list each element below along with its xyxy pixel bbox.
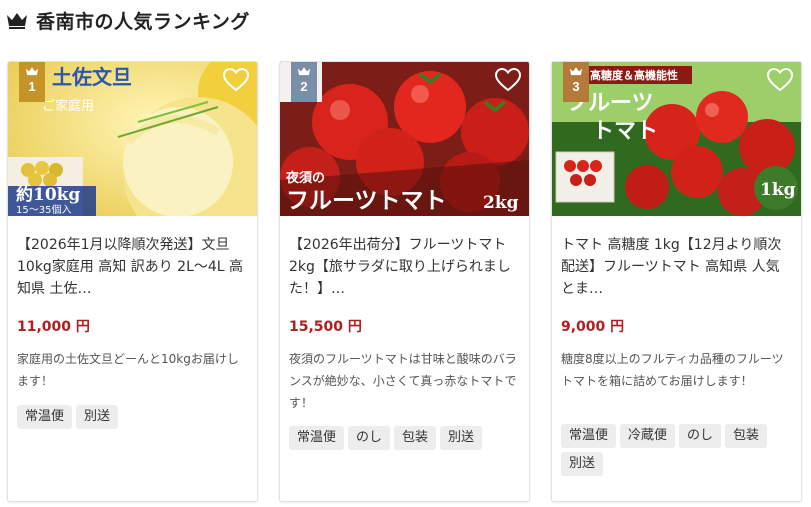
image-label-2: ご家庭用 [42,98,94,114]
image-label-1: 土佐文旦 [52,65,132,89]
product-price: 15,500 円 [289,319,362,335]
tag: 別送 [76,405,119,429]
rank-number: 2 [300,79,308,94]
image-label-3: トマト [592,118,658,144]
image-label-2: フルーツトマト [286,187,447,214]
product-description: 夜須のフルーツトマトは甘味と酸味のバランスが絶妙な、小さくて真っ赤なトマトです！ [289,352,517,410]
ranking-header: 香南市の人気ランキング [6,6,250,34]
product-description: 家庭用の土佐文旦どーんと10kgお届けします！ [17,352,239,388]
rank-badge: 2 [291,62,317,102]
rank-number: 3 [572,79,580,94]
crown-icon [7,13,27,29]
image-label-1: 夜須の [285,170,325,186]
tag: 別送 [561,452,604,476]
tag-list: 常温便 別送 [17,405,251,429]
tag: 別送 [440,426,483,450]
tag: のし [679,424,722,448]
crown-icon [297,67,311,76]
rank-badge: 3 [563,62,589,102]
heart-icon[interactable] [223,68,249,92]
crown-icon [25,67,39,76]
ranking-card-1[interactable]: 土佐文旦 ご家庭用 約10kg 15〜35個入 1 【2026年1月以降順次発送… [7,61,258,502]
tag-list: 常温便 冷蔵便 のし 包装 別送 [561,424,795,476]
rank-badge: 1 [19,62,45,102]
product-description: 糖度8度以上のフルティカ品種のフルーツトマトを箱に詰めてお届けします！ [561,352,784,388]
product-price: 11,000 円 [17,319,90,335]
tag-list: 常温便 のし 包装 別送 [289,426,523,450]
product-image[interactable]: 高糖度＆高機能性 フルーツ トマト 1kg [552,62,801,216]
image-weight: 2kg [483,193,519,213]
page-title: 香南市の人気ランキング [36,10,250,33]
tag: 常温便 [289,426,345,450]
tag: 包装 [725,424,768,448]
image-label-1: 高糖度＆高機能性 [590,68,678,82]
tag: 常温便 [561,424,617,448]
image-weight: 約10kg [16,184,80,205]
image-count: 15〜35個入 [16,203,71,216]
tag: 包装 [394,426,437,450]
product-name[interactable]: トマト 高糖度 1kg【12月より順次配送】フルーツトマト 高知県 人気 とま… [561,234,795,300]
product-image[interactable]: 夜須の フルーツトマト 2kg [280,62,529,216]
product-name[interactable]: 【2026年出荷分】フルーツトマト 2kg【旅サラダに取り上げられました！】… [289,234,523,300]
product-image[interactable]: 土佐文旦 ご家庭用 約10kg 15〜35個入 [8,62,257,216]
tag: のし [348,426,391,450]
tag: 常温便 [17,405,73,429]
heart-icon[interactable] [495,68,521,92]
image-weight: 1kg [760,180,796,200]
product-price: 9,000 円 [561,319,625,335]
heart-icon[interactable] [767,68,793,92]
product-name[interactable]: 【2026年1月以降順次発送】文旦10kg家庭用 高知 訳あり 2L〜4L 高知… [17,234,251,300]
crown-icon [569,67,583,76]
ranking-card-3[interactable]: 高糖度＆高機能性 フルーツ トマト 1kg 3 トマト 高糖度 1kg【12月よ… [551,61,802,502]
ranking-card-2[interactable]: 夜須の フルーツトマト 2kg 2 【2026年出荷分】フルーツトマト 2kg【… [279,61,530,502]
tag: 冷蔵便 [620,424,676,448]
rank-number: 1 [28,79,36,94]
